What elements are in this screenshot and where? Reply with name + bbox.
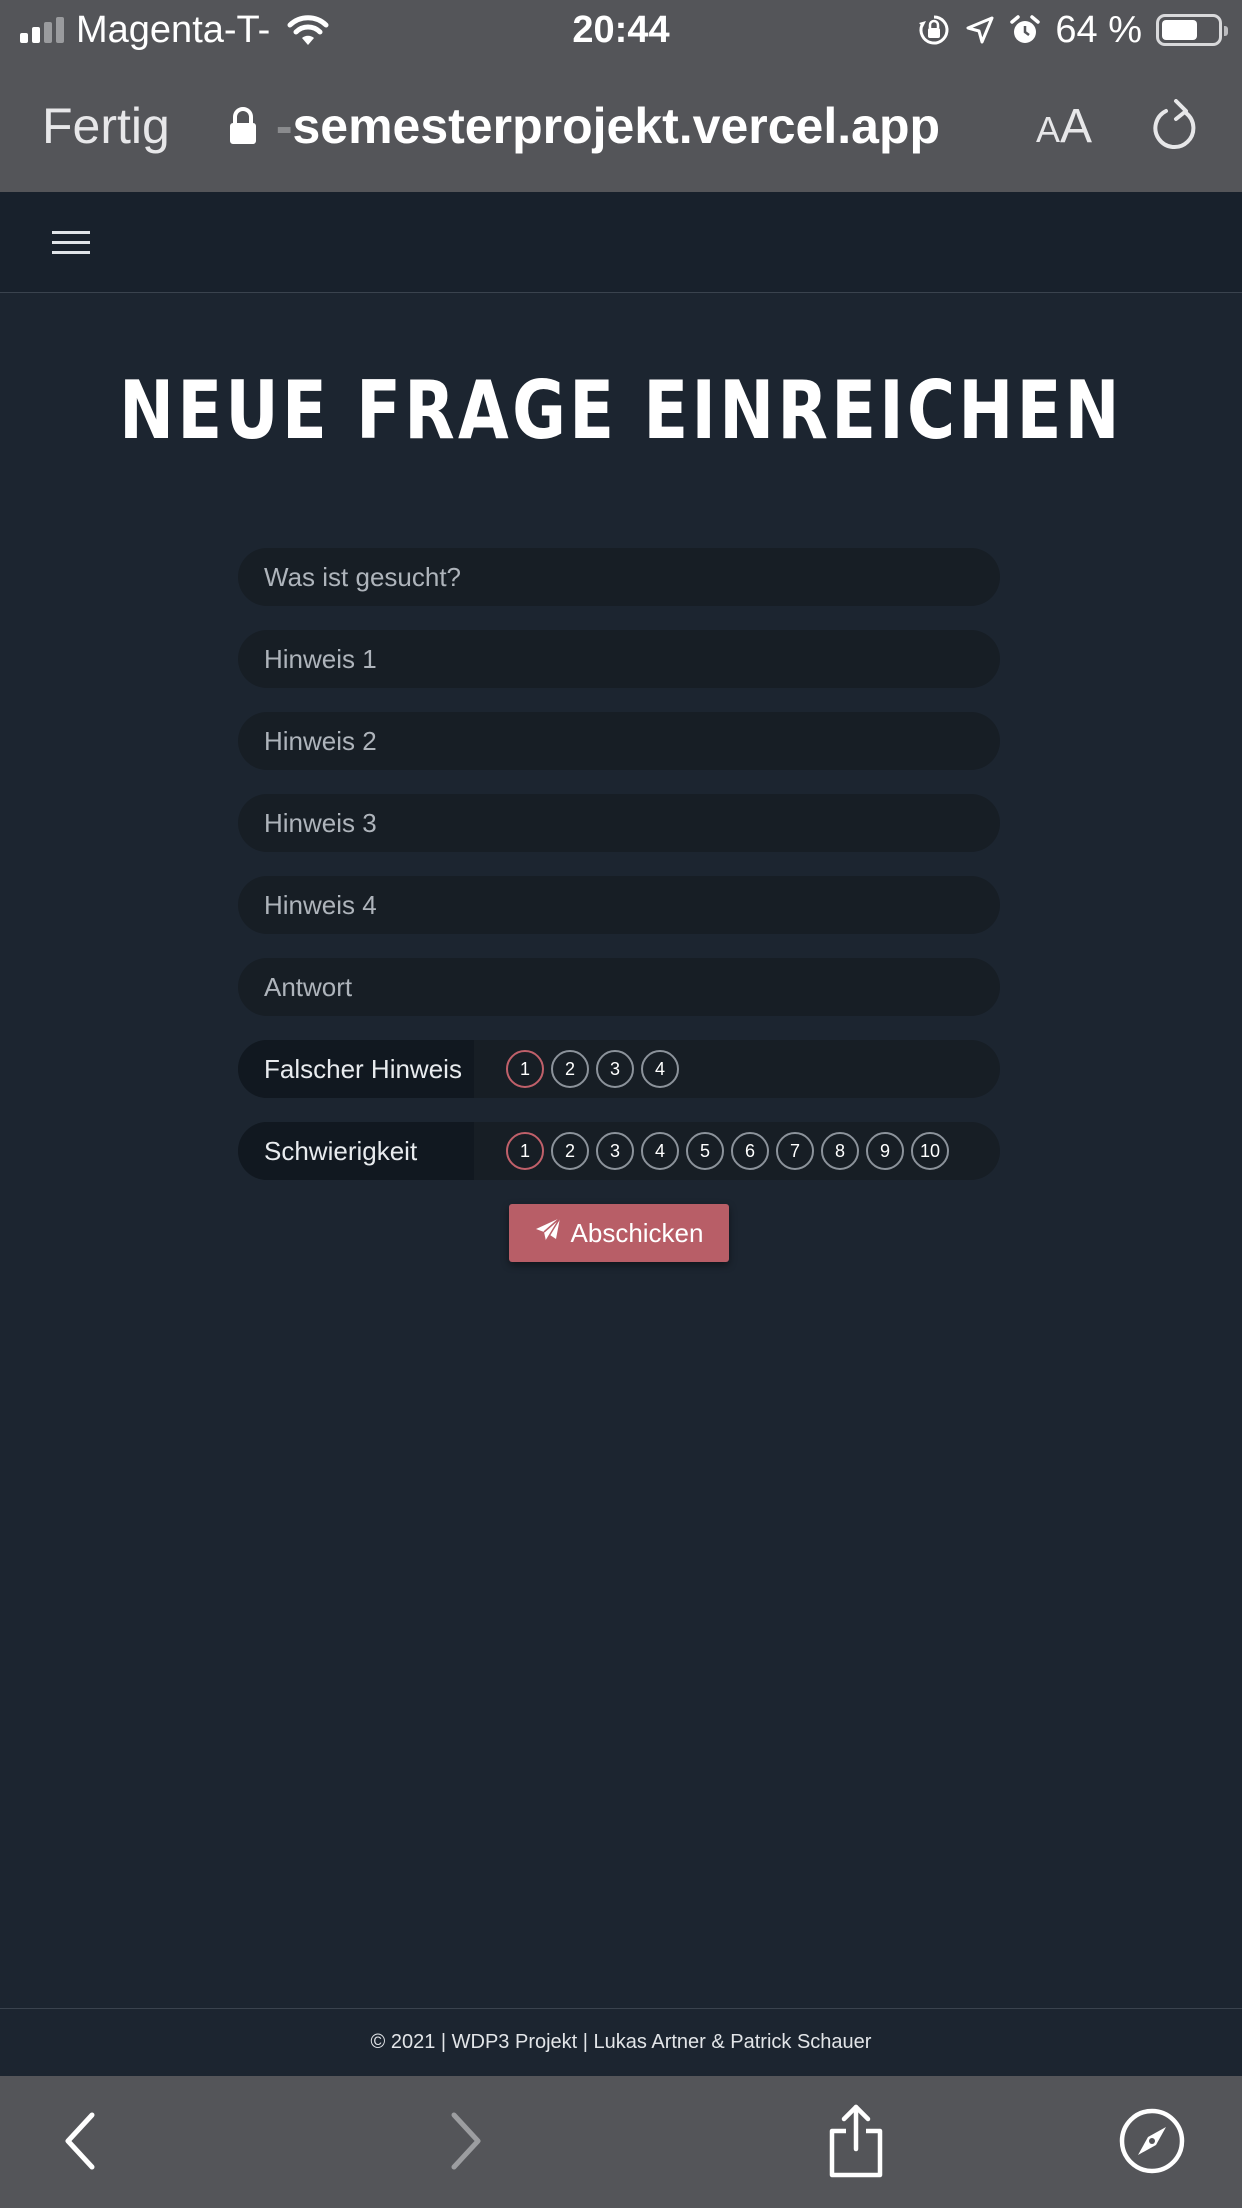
browser-address-bar: Fertig -semesterprojekt.vercel.app AA (0, 60, 1242, 192)
main-content: NEUE FRAGE EINREICHEN Falscher Hinweis 1… (0, 294, 1242, 2008)
battery-percentage: 64 % (1055, 8, 1142, 51)
submit-button[interactable]: Abschicken (508, 1204, 730, 1262)
reload-button[interactable] (1152, 98, 1200, 154)
status-bar-right: 64 % (917, 8, 1228, 52)
forward-button[interactable] (444, 2111, 484, 2174)
share-icon (826, 2103, 886, 2182)
battery-icon (1156, 14, 1228, 46)
signal-icon (20, 17, 64, 43)
back-icon (62, 2111, 102, 2174)
wrong-hint-option[interactable]: 4 (641, 1050, 679, 1088)
difficulty-option[interactable]: 8 (821, 1132, 859, 1170)
wrong-hint-option[interactable]: 1 (506, 1050, 544, 1088)
text-size-button[interactable]: AA (1036, 99, 1092, 154)
difficulty-option[interactable]: 6 (731, 1132, 769, 1170)
text-size-large-label: A (1059, 99, 1092, 153)
question-form: Falscher Hinweis 1 2 3 4 Schwierigkeit 1… (238, 548, 1000, 1262)
orientation-lock-icon (917, 13, 951, 47)
question-input[interactable] (238, 548, 1000, 606)
status-bar-left: Magenta-T- (20, 9, 440, 52)
wrong-hint-selector: Falscher Hinweis 1 2 3 4 (238, 1040, 1000, 1098)
hint-4-input[interactable] (238, 876, 1000, 934)
wrong-hint-label: Falscher Hinweis (238, 1040, 474, 1098)
url-prefix: - (275, 98, 293, 154)
submit-label: Abschicken (570, 1217, 704, 1248)
done-button[interactable]: Fertig (42, 97, 170, 155)
text-size-small-label: A (1035, 108, 1060, 150)
difficulty-option[interactable]: 1 (506, 1132, 544, 1170)
carrier-name: Magenta-T- (76, 8, 271, 51)
submit-wrapper: Abschicken (238, 1204, 1000, 1262)
page-footer: © 2021 | WDP3 Projekt | Lukas Artner & P… (0, 2008, 1242, 2076)
wrong-hint-option[interactable]: 3 (596, 1050, 634, 1088)
wrong-hint-options: 1 2 3 4 (506, 1050, 679, 1088)
wrong-hint-option[interactable]: 2 (551, 1050, 589, 1088)
reload-icon (1152, 98, 1200, 154)
browser-toolbar (0, 2076, 1242, 2208)
answer-input[interactable] (238, 958, 1000, 1016)
difficulty-option[interactable]: 2 (551, 1132, 589, 1170)
alarm-icon (1009, 14, 1041, 46)
back-button[interactable] (62, 2111, 102, 2174)
difficulty-selector: Schwierigkeit 1 2 3 4 5 6 7 8 9 10 (238, 1122, 1000, 1180)
lock-icon (228, 106, 258, 146)
url-field[interactable]: -semesterprojekt.vercel.app (228, 97, 940, 155)
difficulty-option[interactable]: 7 (776, 1132, 814, 1170)
share-button[interactable] (826, 2103, 886, 2182)
hint-2-input[interactable] (238, 712, 1000, 770)
location-icon (965, 15, 995, 45)
difficulty-options: 1 2 3 4 5 6 7 8 9 10 (506, 1132, 949, 1170)
difficulty-option[interactable]: 4 (641, 1132, 679, 1170)
difficulty-option[interactable]: 9 (866, 1132, 904, 1170)
status-bar: Magenta-T- 20:44 64 % (0, 0, 1242, 60)
wifi-icon (286, 13, 330, 47)
forward-icon (444, 2111, 484, 2174)
hamburger-icon[interactable] (52, 230, 90, 254)
app-navbar (0, 192, 1242, 293)
compass-icon (1118, 2107, 1186, 2178)
difficulty-option[interactable]: 3 (596, 1132, 634, 1170)
url-domain: semesterprojekt.vercel.app (292, 98, 941, 154)
difficulty-option[interactable]: 10 (911, 1132, 949, 1170)
url-text: -semesterprojekt.vercel.app (276, 97, 940, 155)
hint-3-input[interactable] (238, 794, 1000, 852)
safari-compass-button[interactable] (1118, 2107, 1186, 2178)
page-title: NEUE FRAGE EINREICHEN (119, 364, 1123, 457)
difficulty-label: Schwierigkeit (238, 1122, 474, 1180)
difficulty-option[interactable]: 5 (686, 1132, 724, 1170)
paper-plane-icon (535, 1216, 561, 1250)
hint-1-input[interactable] (238, 630, 1000, 688)
